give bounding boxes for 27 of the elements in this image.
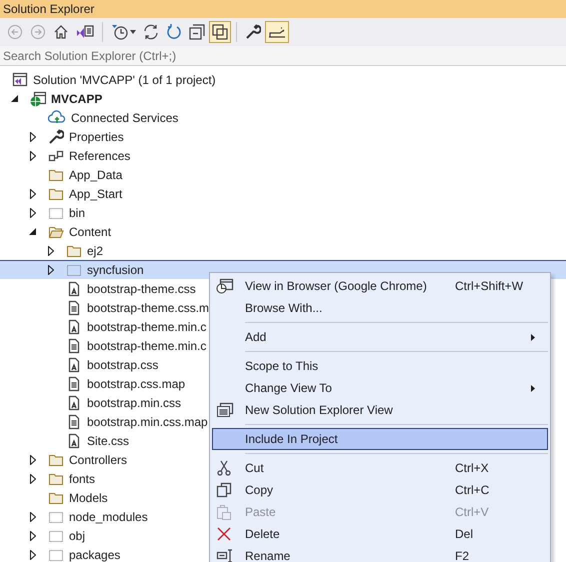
tree-item-label: ej2 — [87, 244, 104, 258]
tree-item-label: node_modules — [69, 510, 148, 524]
tree-item-label: bin — [69, 206, 86, 220]
tree-item-label: bootstrap.css.map — [87, 376, 186, 390]
tree-item-label: bootstrap-theme.css.m — [87, 300, 210, 314]
tree-item-label: bootstrap.css — [87, 358, 158, 372]
tree-item-label: MVCAPP — [51, 92, 102, 106]
window-title: Solution Explorer — [3, 2, 94, 16]
tree-item-label: syncfusion — [87, 262, 144, 276]
tree-item-label: bootstrap-theme.min.c — [87, 338, 206, 352]
tree-item-label: Solution 'MVCAPP' (1 of 1 project) — [33, 72, 216, 86]
tree-item-label: References — [69, 148, 130, 162]
tree-item-label: Site.css — [87, 434, 130, 448]
tree-item-label: App_Start — [69, 186, 122, 200]
tree-item-label: Content — [69, 224, 112, 238]
tree-item-label: Models — [69, 490, 108, 504]
tree-item-label: packages — [69, 548, 120, 562]
tree-item-label: Controllers — [69, 452, 128, 466]
tree-item-label: bootstrap-theme.css — [87, 282, 196, 296]
tree-item-label: obj — [69, 528, 86, 542]
tree-item-label: bootstrap-theme.min.c — [87, 320, 206, 334]
tree-item-label: fonts — [69, 472, 96, 486]
tree-item-label: bootstrap.min.css.map — [87, 414, 208, 428]
tree-item-label: bootstrap.min.css — [87, 396, 182, 410]
tree-item-label: Connected Services — [71, 110, 178, 124]
tree-item-label: Properties — [69, 130, 124, 144]
tree-item-label: App_Data — [69, 168, 122, 182]
